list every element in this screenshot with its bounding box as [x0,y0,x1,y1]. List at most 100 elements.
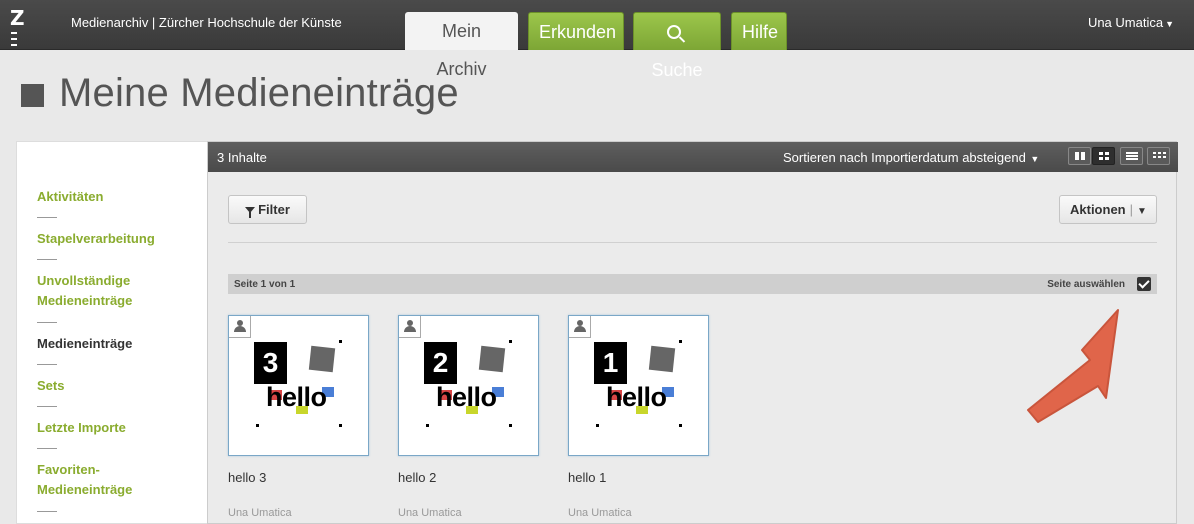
media-thumbnail[interactable]: 2 hello [398,315,539,456]
media-owner: Una Umatica [568,507,632,519]
funnel-icon [245,207,256,218]
thumbnail-text: hello [266,382,327,412]
dot [679,340,682,343]
caret-down-icon: ▼ [1027,154,1040,164]
grey-square [478,345,506,373]
caret-down-icon: ▼ [1165,19,1174,29]
grey-square [308,345,336,373]
sidebar-separator [37,259,57,260]
tab-label: Hilfe [742,22,779,42]
sidebar-item-favorites[interactable]: Favoriten- Medieneinträge [37,460,132,500]
list-icon [1126,158,1138,160]
results-header: 3 Inhalte Sortieren nach Importierdatum … [208,142,1178,172]
tab-label: Erkunden [539,22,617,42]
media-thumbnail[interactable]: 3 hello [228,315,369,456]
page-title: Meine Medieneinträge [59,71,459,115]
sidebar-separator [37,406,57,407]
pagination-bar: Seite 1 von 1 Seite auswählen [228,274,1157,294]
separator: | [1129,202,1134,217]
sidebar-separator [37,364,57,365]
media-owner: Una Umatica [228,507,292,519]
sidebar-item-label: Medieneinträge [37,482,133,497]
tab-help[interactable]: Hilfe [731,12,787,50]
thumbnail-number: 1 [594,342,627,384]
logo-dash [11,44,17,46]
logo-dash [11,38,17,40]
user-menu[interactable]: Una Umatica ▼ [1088,15,1174,30]
miniature-icon [1153,156,1156,158]
page-info: Seite 1 von 1 [234,279,296,290]
person-icon [229,316,251,338]
top-bar: Z Medienarchiv | Zürcher Hochschule der … [0,0,1194,80]
dot [596,424,599,427]
actions-label: Aktionen [1070,202,1126,217]
view-grid-button[interactable] [1092,147,1115,165]
view-miniature-button[interactable] [1147,147,1170,165]
filter-button[interactable]: Filter [228,195,307,224]
actions-dropdown[interactable]: Aktionen | ▼ [1059,195,1157,224]
grid-icon [1105,157,1109,160]
select-page-checkbox[interactable] [1137,277,1151,291]
app-title[interactable]: Medienarchiv | Zürcher Hochschule der Kü… [71,15,342,30]
media-title[interactable]: hello 3 [228,470,266,485]
dot [339,340,342,343]
miniature-icon [1163,152,1166,154]
result-count: 3 Inhalte [217,150,267,165]
sort-dropdown[interactable]: Sortieren nach Importierdatum absteigend… [783,150,1039,165]
dot [509,424,512,427]
sidebar-item-label: Medieneinträge [37,293,133,308]
dot [509,340,512,343]
grey-square [648,345,676,373]
sidebar-separator [37,448,57,449]
sidebar-item-incomplete[interactable]: Unvollständige Medieneinträge [37,271,132,311]
thumbnail-text: hello [606,382,667,412]
sidebar-item-label: Favoriten- [37,462,100,477]
thumbnail-number: 2 [424,342,457,384]
dot [679,424,682,427]
media-title[interactable]: hello 2 [398,470,436,485]
miniature-icon [1163,156,1166,158]
sidebar-item-label: Unvollständige [37,273,131,288]
media-thumbnail[interactable]: 1 hello [568,315,709,456]
title-square-icon [21,84,44,107]
tab-label: Suche [651,60,703,80]
list-icon [1126,152,1138,154]
miniature-icon [1153,152,1156,154]
sidebar: Aktivitäten Stapelverarbeitung Unvollstä… [16,141,207,524]
media-owner: Una Umatica [398,507,462,519]
caret-down-icon: ▼ [1137,206,1147,217]
sidebar-item-activities[interactable]: Aktivitäten [37,187,103,207]
grid-icon [1105,152,1109,155]
divider [228,242,1157,243]
sidebar-item-recent-imports[interactable]: Letzte Importe [37,418,126,438]
sort-label: Sortieren nach Importierdatum absteigend [783,150,1026,165]
logo[interactable]: Z [10,4,28,46]
logo-letter: Z [10,6,25,30]
sidebar-item-media-entries[interactable]: Medieneinträge [37,334,132,354]
sidebar-separator [37,217,57,218]
media-title[interactable]: hello 1 [568,470,606,485]
sidebar-item-sets[interactable]: Sets [37,376,64,396]
person-icon [399,316,421,338]
dot [426,424,429,427]
filter-label: Filter [258,202,290,217]
select-page-label: Seite auswählen [1047,279,1125,290]
tab-search[interactable]: Suche [633,12,721,80]
search-icon [667,25,681,39]
miniature-icon [1158,156,1161,158]
miniature-icon [1158,152,1161,154]
list-icon [1126,155,1138,157]
tab-explore[interactable]: Erkunden [528,12,624,50]
grid-icon [1099,152,1103,155]
view-tiles-button[interactable] [1068,147,1091,165]
grid-icon [1099,157,1103,160]
dot [256,424,259,427]
logo-dash [11,32,17,34]
thumbnail-number: 3 [254,342,287,384]
dot [339,424,342,427]
sidebar-separator [37,322,57,323]
person-icon [569,316,591,338]
sidebar-item-batch[interactable]: Stapelverarbeitung [37,229,155,249]
view-list-button[interactable] [1120,147,1143,165]
tab-my-archive[interactable]: Mein Archiv [405,12,518,79]
